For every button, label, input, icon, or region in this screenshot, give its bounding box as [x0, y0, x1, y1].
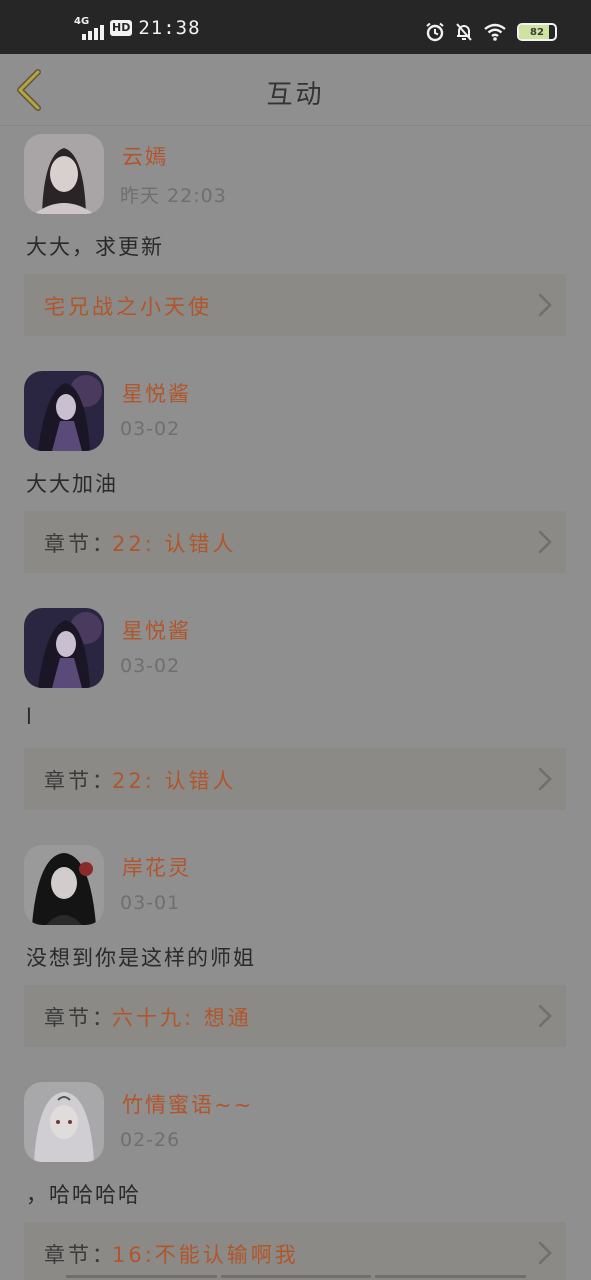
chapter-title: 六十九: 想通 — [112, 1006, 252, 1030]
username[interactable]: 云嫣 — [122, 141, 168, 171]
page-title: 互动 — [266, 80, 325, 110]
chapter-prefix: 章节： — [44, 1006, 116, 1030]
comment-text: 大大加油 — [26, 472, 118, 496]
comment-item: 竹情蜜语~~ 02-26 ，哈哈哈哈章节： 16:不能认输啊我 — [0, 1075, 591, 1280]
home-indicator — [66, 1275, 527, 1278]
timestamp: 02-26 — [120, 1129, 181, 1151]
comment-text: 没想到你是这样的师姐 — [26, 946, 256, 970]
chevron-right-icon — [538, 530, 552, 554]
avatar[interactable] — [24, 608, 104, 688]
app-header: 互动 — [0, 54, 591, 126]
username[interactable]: 竹情蜜语~~ — [122, 1089, 253, 1119]
timestamp: 03-02 — [120, 655, 181, 677]
comment-text: ，哈哈哈哈 — [26, 1183, 141, 1207]
chevron-right-icon — [538, 293, 552, 317]
status-bar: 4G HD 21:38 82 — [0, 0, 591, 54]
timestamp: 昨天 22:03 — [120, 185, 227, 207]
avatar[interactable] — [24, 371, 104, 451]
chapter-link[interactable]: 章节： 16:不能认输啊我 — [24, 1222, 566, 1280]
chapter-title: 22: 认错人 — [112, 532, 237, 556]
wifi-icon — [484, 23, 506, 41]
chapter-link[interactable]: 章节： 22: 认错人 — [24, 511, 566, 573]
chevron-right-icon — [538, 1004, 552, 1028]
chapter-link[interactable]: 宅兄战之小天使 — [24, 274, 566, 336]
comment-item: 星悦酱 03-02 l 章节： 22: 认错人 — [0, 601, 591, 838]
comment-item: 岸花灵 03-01 没想到你是这样的师姐章节： 六十九: 想通 — [0, 838, 591, 1075]
status-right: 82 — [425, 18, 557, 46]
chapter-link[interactable]: 章节： 六十九: 想通 — [24, 985, 566, 1047]
chapter-title: 22: 认错人 — [112, 769, 237, 793]
network-type: 4G — [74, 16, 90, 27]
username[interactable]: 星悦酱 — [122, 378, 191, 408]
battery-icon: 82 — [517, 23, 557, 41]
timestamp: 03-01 — [120, 892, 181, 914]
comment-item: 星悦酱 03-02 大大加油章节： 22: 认错人 — [0, 364, 591, 601]
comment-feed[interactable]: 云嫣 昨天 22:03 大大，求更新 宅兄战之小天使 星悦酱 03-02 大大加油 章节： 22… — [0, 127, 591, 1280]
comment-text: 大大，求更新 — [26, 235, 164, 259]
chapter-link[interactable]: 章节： 22: 认错人 — [24, 748, 566, 810]
chevron-right-icon — [538, 1241, 552, 1265]
avatar[interactable] — [24, 134, 104, 214]
comment-text: l — [26, 705, 34, 729]
status-left: 4G HD 21:38 — [74, 14, 201, 42]
avatar[interactable] — [24, 845, 104, 925]
chapter-prefix: 章节： — [44, 532, 116, 556]
chevron-right-icon — [538, 767, 552, 791]
chapter-prefix: 章节： — [44, 769, 116, 793]
signal-icon: 4G — [74, 16, 104, 40]
battery-level: 82 — [530, 26, 544, 38]
chapter-prefix: 章节： — [44, 1243, 116, 1267]
hd-badge: HD — [110, 20, 133, 36]
timestamp: 03-02 — [120, 418, 181, 440]
alarm-icon — [426, 22, 444, 42]
avatar[interactable] — [24, 1082, 104, 1162]
chapter-title: 16:不能认输啊我 — [112, 1243, 299, 1267]
username[interactable]: 星悦酱 — [122, 615, 191, 645]
comment-item: 云嫣昨天 22:03 大大，求更新宅兄战之小天使 — [0, 127, 591, 364]
status-time: 21:38 — [138, 17, 201, 39]
chapter-title: 宅兄战之小天使 — [44, 295, 212, 319]
mute-bell-icon — [456, 23, 472, 41]
username[interactable]: 岸花灵 — [122, 852, 191, 882]
